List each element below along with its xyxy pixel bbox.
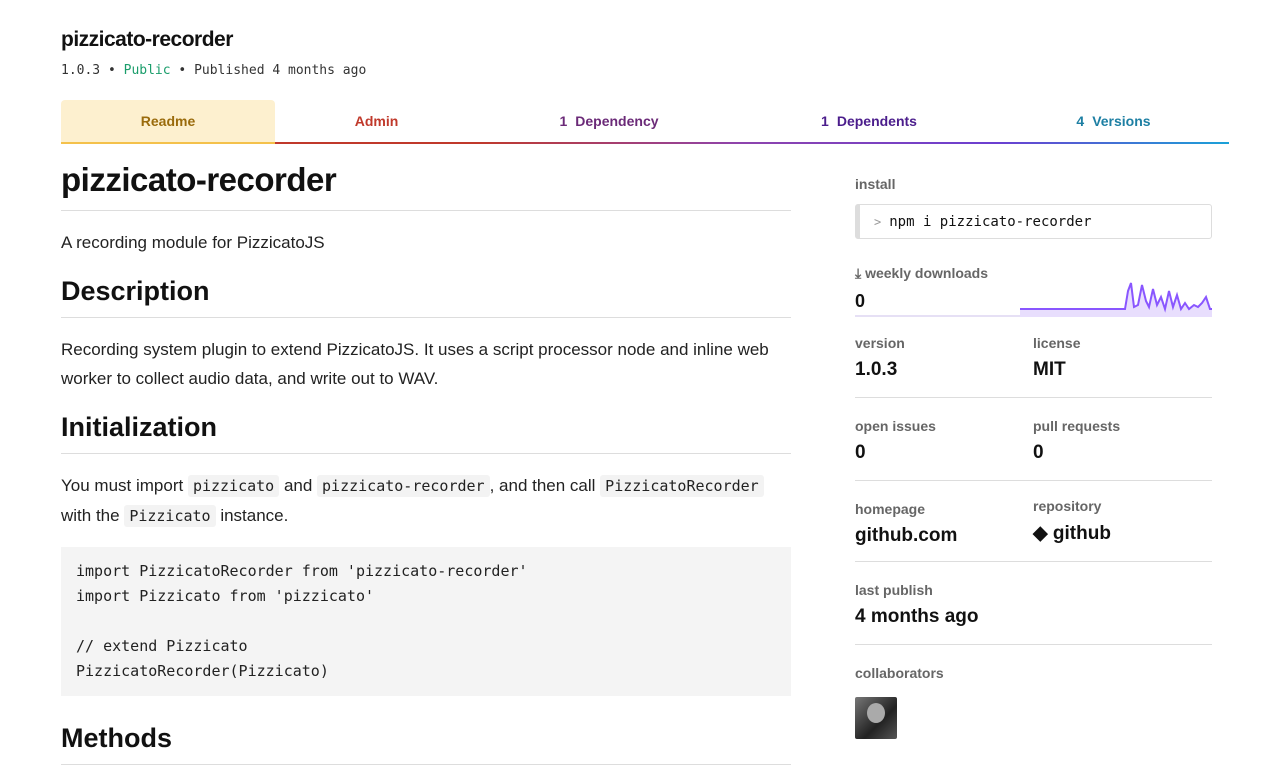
repository-link[interactable]: ◆ github [1033, 522, 1211, 545]
install-command-box[interactable]: > npm i pizzicato-recorder [855, 204, 1212, 239]
download-icon: ⤓ [855, 265, 862, 281]
published-date: Published 4 months ago [194, 63, 367, 78]
tab-versions[interactable]: 4 Versions [998, 100, 1229, 144]
readme-content: pizzicato-recorder A recording module fo… [61, 160, 791, 765]
tab-dependents[interactable]: 1 Dependents [740, 100, 998, 144]
pulls-block: pull requests 0 [1033, 418, 1211, 464]
description-text: Recording system plugin to extend Pizzic… [61, 340, 769, 388]
pulls-value[interactable]: 0 [1033, 442, 1211, 464]
package-version: 1.0.3 [61, 63, 101, 78]
readme-tagline: A recording module for PizzicatoJS [61, 233, 325, 252]
issues-pulls-row: open issues 0 pull requests 0 [855, 398, 1212, 481]
initialization-heading: Initialization [61, 409, 791, 454]
license-value: MIT [1033, 359, 1066, 380]
readme-title: pizzicato-recorder [61, 160, 791, 211]
issues-value[interactable]: 0 [855, 442, 1033, 464]
sidebar: install > npm i pizzicato-recorder ⤓ wee… [855, 176, 1212, 739]
downloads-sparkline [1020, 282, 1212, 317]
package-tabs: Readme Admin 1 Dependency 1 Dependents 4 Ve… [61, 100, 1229, 144]
repository-block: repository ◆ github [1033, 498, 1211, 547]
homepage-repo-row: homepage github.com repository ◆ github [855, 481, 1212, 562]
issues-block: open issues 0 [855, 418, 1033, 464]
downloads-value: 0 [855, 291, 866, 311]
initialization-text: You must import pizzicato and pizzicato-… [61, 471, 791, 531]
tab-dependency[interactable]: 1 Dependency [478, 100, 740, 144]
collaborators-block: collaborators [855, 645, 1212, 739]
package-header: pizzicato-recorder 1.0.3 • Public • Publ… [61, 28, 366, 78]
methods-heading: Methods [61, 720, 791, 765]
description-heading: Description [61, 273, 791, 318]
license-block: license MIT [1033, 335, 1211, 381]
package-meta: 1.0.3 • Public • Published 4 months ago [61, 63, 367, 78]
tab-admin[interactable]: Admin [275, 100, 478, 144]
last-publish-value: 4 months ago [855, 606, 979, 627]
tab-readme[interactable]: Readme [61, 100, 275, 144]
last-publish-block: last publish 4 months ago [855, 562, 1212, 645]
code-block: import PizzicatoRecorder from 'pizzicato… [61, 547, 791, 696]
weekly-downloads: ⤓ weekly downloads 0 [855, 265, 1212, 317]
visibility-badge: Public [123, 63, 171, 78]
version-block: version 1.0.3 [855, 335, 1033, 381]
prompt-icon: > [874, 214, 882, 229]
version-value: 1.0.3 [855, 359, 898, 380]
collaborator-avatar[interactable] [855, 697, 897, 739]
homepage-block: homepage github.com [855, 501, 1033, 547]
homepage-link[interactable]: github.com [855, 525, 1033, 547]
package-name: pizzicato-recorder [61, 28, 233, 51]
git-icon: ◆ [1033, 523, 1048, 544]
install-command[interactable]: npm i pizzicato-recorder [889, 214, 1091, 230]
version-license-row: version 1.0.3 license MIT [855, 317, 1212, 398]
install-label: install [855, 176, 896, 192]
